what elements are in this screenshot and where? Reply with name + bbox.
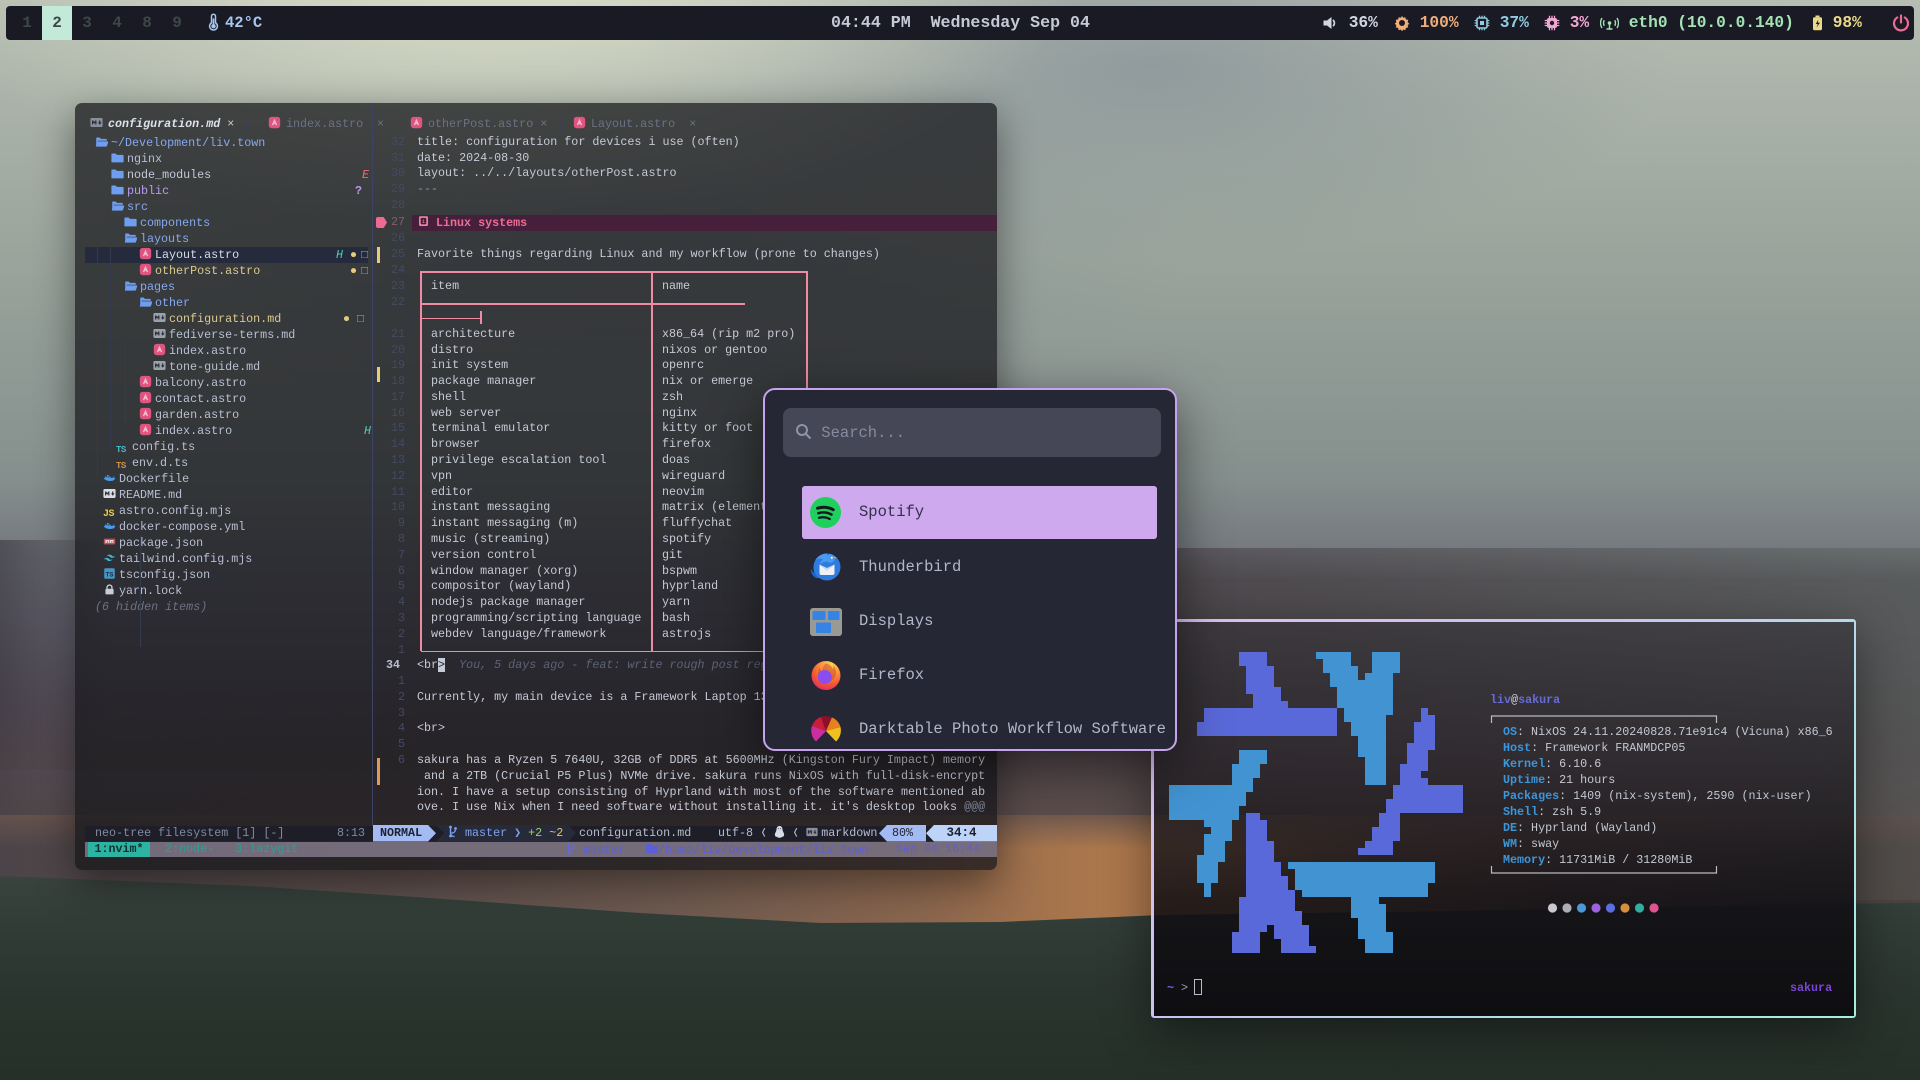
svg-text:TS: TS — [106, 571, 114, 578]
svg-text:1: 1 — [422, 219, 426, 226]
